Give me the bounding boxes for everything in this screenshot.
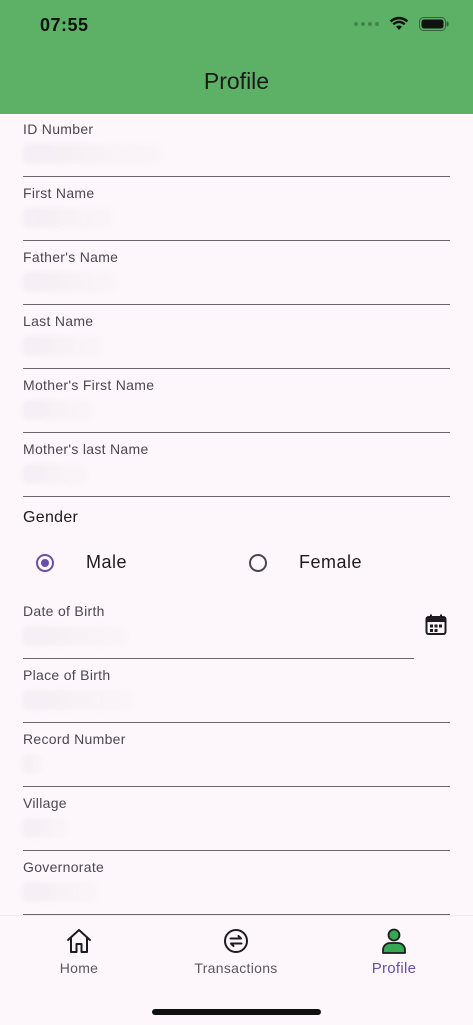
village-field[interactable]: Village — [23, 788, 450, 851]
radio-selected-icon[interactable] — [36, 553, 54, 572]
place-of-birth-field[interactable]: Place of Birth — [23, 660, 450, 723]
field-label: Mother's First Name — [23, 377, 155, 393]
nav-item-transactions[interactable]: Transactions — [176, 926, 296, 976]
field-value — [23, 400, 93, 420]
field-value — [23, 464, 88, 484]
nav-item-home[interactable]: Home — [19, 926, 139, 976]
first-name-field[interactable]: First Name — [23, 178, 450, 241]
wifi-icon — [389, 16, 409, 30]
mothers-first-name-field[interactable]: Mother's First Name — [23, 370, 450, 433]
radio-label: Male — [86, 552, 128, 572]
field-value — [23, 208, 113, 228]
battery-icon — [419, 17, 449, 31]
field-value — [23, 144, 163, 164]
field-label: Date of Birth — [23, 603, 105, 619]
field-label: Last Name — [23, 313, 94, 329]
page-title: Profile — [203, 68, 270, 94]
field-value — [23, 754, 43, 774]
gender-option-female[interactable]: Female — [249, 552, 362, 573]
nav-label: Home — [59, 960, 99, 976]
field-label: Mother's last Name — [23, 441, 149, 457]
app-header: 07:55 Profile — [0, 0, 473, 114]
home-icon — [67, 929, 91, 953]
governorate-field[interactable]: Governorate — [23, 852, 450, 915]
field-value — [23, 272, 118, 292]
field-value — [23, 690, 133, 710]
fathers-name-field[interactable]: Father's Name — [23, 242, 450, 305]
field-label: Father's Name — [23, 249, 119, 265]
home-indicator — [152, 1009, 321, 1015]
gender-option-male[interactable]: Male — [36, 552, 127, 573]
mothers-last-name-field[interactable]: Mother's last Name — [23, 434, 450, 497]
field-label: First Name — [23, 185, 95, 201]
profile-icon — [382, 928, 406, 954]
field-label: ID Number — [23, 121, 94, 137]
field-label: Place of Birth — [23, 667, 111, 683]
field-label: Village — [23, 795, 67, 811]
field-value — [23, 882, 98, 902]
signal-icon — [354, 22, 379, 26]
nav-label: Profile — [371, 960, 417, 977]
radio-label: Female — [299, 552, 363, 572]
radio-unselected-icon[interactable] — [249, 553, 267, 572]
status-icons — [354, 16, 449, 32]
record-number-field[interactable]: Record Number — [23, 724, 450, 787]
nav-label: Transactions — [194, 960, 278, 976]
gender-label: Gender — [23, 509, 79, 526]
field-label: Record Number — [23, 731, 126, 747]
date-of-birth-field[interactable]: Date of Birth — [23, 596, 414, 659]
field-value — [23, 818, 68, 838]
field-value — [23, 336, 103, 356]
field-label: Governorate — [23, 859, 105, 875]
last-name-field[interactable]: Last Name — [23, 306, 450, 369]
calendar-icon[interactable] — [425, 614, 447, 636]
id-number-field[interactable]: ID Number — [23, 114, 450, 177]
nav-item-profile[interactable]: Profile — [334, 926, 454, 977]
transactions-icon — [224, 929, 248, 953]
status-time: 07:55 — [40, 15, 89, 35]
field-value — [23, 626, 128, 646]
